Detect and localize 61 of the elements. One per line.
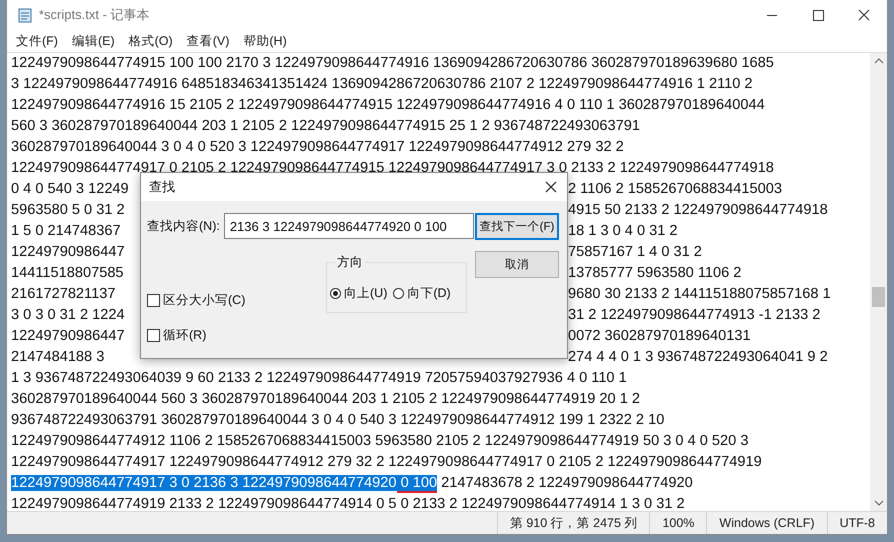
notepad-icon [17, 7, 33, 23]
text-line: 360287970189640044 560 3 360287970189640044 203 1 2105 2 1224979098644774919 20 1 2 [11, 390, 641, 409]
text-line: 3 0 3 0 31 2 1224 [11, 306, 125, 325]
menu-item[interactable]: 文件(F) [9, 32, 65, 50]
window-title: *scripts.txt - 记事本 [39, 6, 151, 24]
dialog-title: 查找 [149, 178, 175, 196]
close-icon[interactable] [545, 181, 557, 193]
text-line: 2 1106 2 1585267068834415003 [568, 180, 782, 199]
text-line: 1 5 0 214748367 [11, 222, 121, 241]
text-line: 936748722493063791 360287970189640044 3 0 4 0 540 3 1224979098644774912 199 1 2322 2 10 [11, 411, 666, 430]
radio-button[interactable] [393, 288, 404, 299]
checkbox-label: 区分大小写(C) [163, 292, 246, 309]
text-line: 12249790986447 [11, 327, 125, 346]
menu-item[interactable]: 格式(O) [122, 32, 180, 50]
checkbox[interactable] [147, 294, 160, 307]
menu-item[interactable]: 查看(V) [180, 32, 236, 50]
status-text: UTF-8 [826, 512, 887, 534]
checkbox[interactable] [147, 329, 160, 342]
scroll-thumb[interactable] [872, 287, 885, 307]
text-line: 360287970189640044 3 0 4 0 520 3 1224979098644774917 1224979098644774912 279 32 2 [11, 138, 625, 157]
find-field[interactable]: 2136 3 1224979098644774920 0 100 [224, 213, 474, 239]
text-line: 13785777 5963580 1106 2 [568, 264, 742, 283]
menu-item[interactable]: 帮助(H) [236, 32, 294, 50]
checkbox-label: 循环(R) [163, 327, 206, 344]
group-label: 方向 [335, 254, 365, 271]
text-line: 1224979098644774919 2133 2 1224979098644774914 0 5 0 2133 2 1224979098644774914 1 3 0 31 2 [11, 495, 686, 511]
cancel-button[interactable]: 取消 [475, 251, 559, 278]
text-line: 560 3 360287970189640044 203 1 2105 2 1224979098644774915 25 1 2 936748722493063791 [11, 117, 641, 136]
radio-label: 向下(D) [407, 285, 451, 302]
text-line: 1224979098644774917 0 2105 2 1224979098644774915 1224979098644774917 3 0 2133 2 1224979098644774918 [11, 159, 775, 178]
scroll-down-icon[interactable] [872, 499, 884, 507]
text-line: 1224979098644774915 100 100 2170 3 1224979098644774916 1369094286720630786 360287970189639680 1685 [11, 54, 775, 73]
text-line: 9680 30 2133 2 144115188075857168 1 [568, 285, 831, 304]
find-next-button[interactable]: 查找下一个(F) [475, 213, 559, 240]
menu-item[interactable]: 编辑(E) [64, 32, 122, 50]
text-line: 5963580 5 0 31 2 [11, 201, 125, 220]
status-text: 第 910 行，第 2475 列 [496, 512, 650, 534]
text-line: 1 3 936748722493064039 9 60 2133 2 1224979098644774919 72057594037927936 4 0 110 1 [11, 369, 628, 388]
status-text: 100% [649, 512, 706, 534]
text-line: 274 4 4 0 1 3 936748722493064041 9 2 [568, 348, 828, 367]
text-line: 14411518807585 [11, 264, 124, 283]
text-line: 12249790986447 [11, 243, 125, 262]
text-line: 1224979098644774917 1224979098644774912 279 32 2 1224979098644774917 0 2105 2 1224979098644774919 [11, 453, 763, 472]
vertical-scrollbar[interactable] [870, 53, 887, 511]
text-line: 0 4 0 540 3 12249 [11, 180, 129, 199]
text-line: 3 1224979098644774916 648518346341351424 1369094286720630786 2107 2 1224979098644774916 1 2110 2 [11, 75, 754, 94]
radio-label: 向上(U) [344, 285, 388, 302]
text-line: 31 2 1224979098644774913 -1 2133 2 [568, 306, 820, 325]
text-line: 2147484188 3 [11, 348, 104, 367]
field-label: 查找内容(N): [147, 218, 220, 234]
text-line: 1224979098644774917 3 0 2136 3 1224979098644774920 0 100 2147483678 2 1224979098644774920 [11, 474, 694, 494]
text-line: 18 1 3 0 4 0 31 2 [568, 222, 678, 241]
text-line: 1224979098644774916 15 2105 2 1224979098644774915 1224979098644774916 4 0 110 1 360287970189640044 [11, 96, 766, 115]
text-line: 0072 360287970189640131 [568, 327, 751, 346]
text-line: 4915 50 2133 2 1224979098644774918 [568, 201, 828, 220]
text-line: 1224979098644774912 1106 2 1585267068834415003 5963580 2105 2 1224979098644774919 50 3 0 4 0 520 3 [11, 432, 750, 451]
text-line: 2161727821137 [11, 285, 116, 304]
radio-button[interactable] [330, 288, 341, 299]
text-line: 75857167 1 4 0 31 2 [568, 243, 702, 262]
scroll-up-icon[interactable] [872, 57, 884, 65]
status-text: Windows (CRLF) [706, 512, 827, 534]
